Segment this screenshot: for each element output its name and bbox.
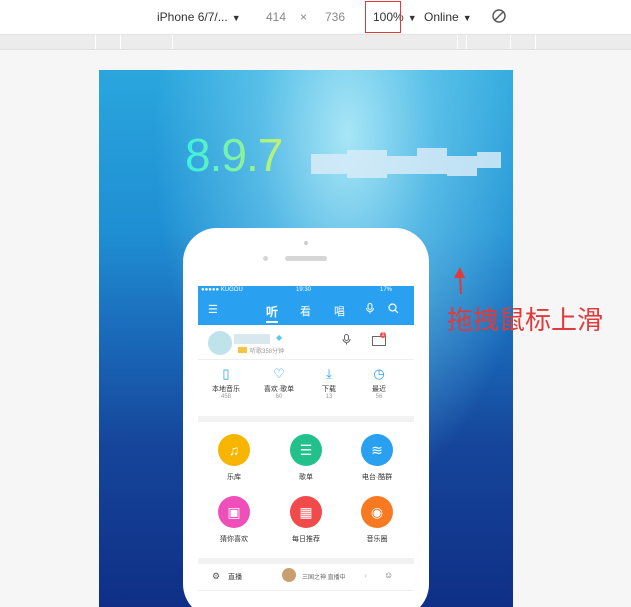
heart-icon: ♡ [273, 366, 285, 381]
battery: 17% [380, 287, 393, 293]
calendar-icon: ▦ [290, 496, 322, 528]
stat-label: 喜欢·歌单 [263, 386, 295, 393]
grid-item-playlist[interactable]: ☰ 歌单 [271, 434, 341, 482]
status-bar: ●●●●● KUGOU 19:30 17% [198, 286, 414, 295]
search-icon[interactable] [388, 303, 399, 317]
speaker-grille [285, 256, 327, 261]
user-icon[interactable]: ☺ [384, 570, 393, 580]
width-input[interactable]: 414 [266, 10, 286, 24]
microphone-icon[interactable] [365, 303, 375, 317]
live-subtitle: 三国之神 直播中 [302, 575, 346, 581]
grid-item-radio[interactable]: ≋ 电台·酷群 [342, 434, 412, 482]
rotate-icon[interactable] [491, 8, 507, 27]
stat-local-music[interactable]: ▯ 本地音乐 458 [201, 366, 251, 400]
times-separator: × [300, 10, 308, 24]
playlist-icon: ☰ [290, 434, 322, 466]
live-row[interactable]: ⚙ 直播 三国之神 直播中 › ☺ [198, 564, 414, 591]
device-toolbar: iPhone 6/7/... ▼ 414 × 736 100% ▼ Online ▼ [0, 0, 631, 35]
device-viewport[interactable]: 8.9.7 ●●●●● KUGOU 19:30 17% ☰ 听 看 唱 ◆ 听歌… [99, 70, 513, 607]
chevron-right-icon: › [364, 571, 367, 580]
menu-icon[interactable]: ☰ [208, 303, 218, 316]
live-icon: ⚙ [212, 571, 221, 581]
device-label: iPhone 6/7/... [157, 10, 228, 24]
feature-grid: ♫ 乐库 ☰ 歌单 ≋ 电台·酷群 ▣ 猜你喜欢 ▦ 每日推荐 ◉ 音乐圈 [198, 422, 414, 564]
stat-label: 本地音乐 [212, 386, 240, 393]
tab-sing[interactable]: 唱 [334, 303, 345, 319]
active-tab-indicator [266, 321, 278, 323]
chevron-down-icon: ▼ [407, 13, 417, 23]
grid-label: 歌单 [299, 474, 313, 481]
chevron-down-icon: ▼ [462, 13, 472, 23]
grid-item-guess[interactable]: ▣ 猜你喜欢 [199, 496, 269, 544]
radio-icon: ▣ [218, 496, 250, 528]
stat-downloads[interactable]: ⤓ 下载 13 [304, 366, 354, 400]
clock: 19:30 [296, 287, 312, 293]
diamond-icon: ◆ [276, 333, 283, 342]
stat-count: 13 [325, 394, 333, 400]
vip-badge [238, 347, 247, 353]
radio-wave-icon: ≋ [361, 434, 393, 466]
mic-icon[interactable] [342, 334, 351, 348]
stat-label: 下载 [322, 386, 336, 393]
height-input[interactable]: 736 [325, 10, 345, 24]
grid-label: 乐库 [227, 474, 241, 481]
phone-icon: ▯ [222, 366, 230, 381]
zoom-highlight-box [365, 1, 401, 33]
music-note-icon: ♫ [218, 434, 250, 466]
stat-recent[interactable]: ◷ 最近 56 [354, 366, 404, 400]
user-profile-row[interactable]: ◆ 听歌358分钟 1 [198, 325, 414, 360]
top-nav: ☰ 听 看 唱 [198, 295, 414, 325]
live-label: 直播 [228, 574, 242, 581]
grid-item-library[interactable]: ♫ 乐库 [199, 434, 269, 482]
front-camera [263, 256, 268, 261]
tab-watch[interactable]: 看 [300, 303, 311, 319]
streamer-avatar [282, 568, 296, 582]
stat-count: 458 [220, 394, 231, 400]
annotation-text: 拖拽鼠标上滑 [447, 306, 604, 335]
device-select[interactable]: iPhone 6/7/... ▼ [157, 10, 241, 24]
version-number: 8.9.7 [185, 129, 283, 181]
stat-favorites[interactable]: ♡ 喜欢·歌单 60 [254, 366, 304, 400]
listen-time: 听歌358分钟 [250, 349, 285, 355]
camera-dot [304, 241, 308, 245]
media-query-ruler [0, 35, 631, 50]
grid-item-daily[interactable]: ▦ 每日推荐 [271, 496, 341, 544]
grid-label: 电台·酷群 [361, 474, 393, 481]
download-icon: ⤓ [326, 366, 332, 381]
stat-count: 60 [275, 394, 283, 400]
music-circle-icon: ◉ [361, 496, 393, 528]
blurred-username [234, 334, 270, 344]
arrow-up-icon [454, 267, 465, 295]
phone-mockup: ●●●●● KUGOU 19:30 17% ☰ 听 看 唱 ◆ 听歌358分钟 … [183, 228, 429, 607]
grid-label: 猜你喜欢 [220, 536, 248, 543]
stat-label: 最近 [372, 386, 386, 393]
clock-icon: ◷ [373, 366, 385, 381]
network-label: Online [424, 10, 459, 24]
grid-label: 音乐圈 [366, 536, 388, 543]
carrier: ●●●●● KUGOU [201, 287, 243, 293]
stat-count: 56 [375, 394, 383, 400]
grid-label: 每日推荐 [292, 536, 320, 543]
network-select[interactable]: Online ▼ [424, 10, 472, 24]
list-item[interactable] [198, 591, 414, 607]
avatar[interactable] [208, 331, 232, 355]
chevron-down-icon: ▼ [231, 13, 241, 23]
app-header: ●●●●● KUGOU 19:30 17% ☰ 听 看 唱 [198, 286, 414, 325]
library-stats-row: ▯ 本地音乐 458 ♡ 喜欢·歌单 60 ⤓ 下载 13 ◷ 最近 56 [198, 360, 414, 422]
notification-badge: 1 [380, 332, 386, 338]
blurred-title [311, 146, 511, 186]
app-screen: ●●●●● KUGOU 19:30 17% ☰ 听 看 唱 ◆ 听歌358分钟 … [198, 286, 414, 607]
grid-item-circle[interactable]: ◉ 音乐圈 [342, 496, 412, 544]
tab-listen[interactable]: 听 [266, 303, 278, 320]
